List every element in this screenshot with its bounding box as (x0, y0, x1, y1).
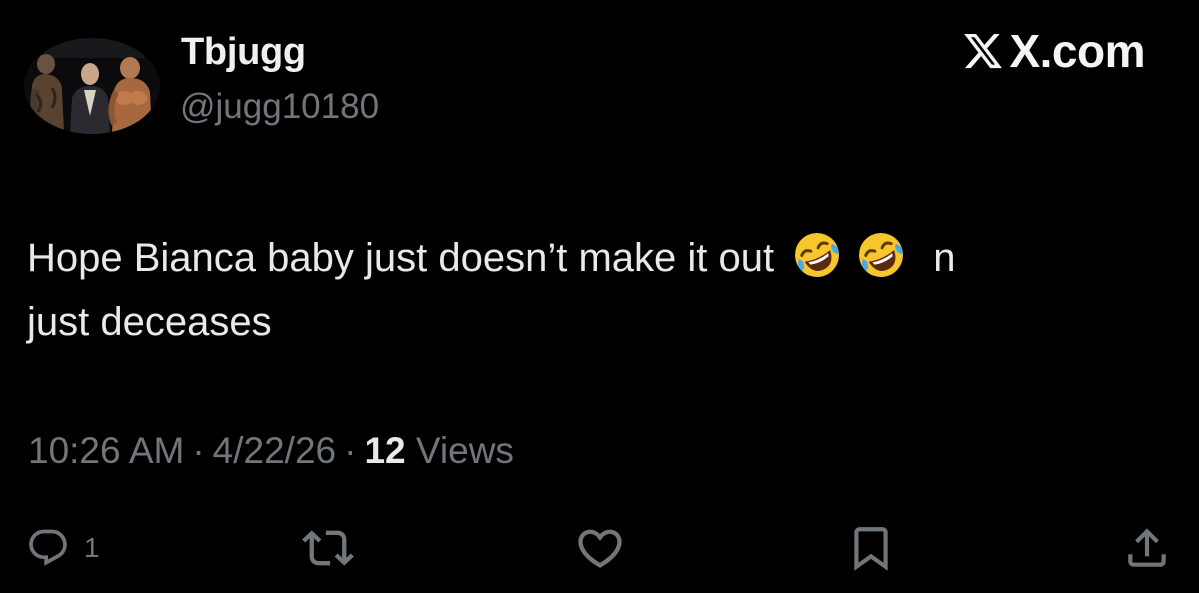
author-display-name[interactable]: Tbjugg (181, 31, 306, 74)
tweet-date[interactable]: 4/22/26 (213, 430, 336, 471)
retweet-button[interactable] (302, 520, 354, 576)
meta-separator: · (344, 430, 357, 471)
tweet-text-line1: Hope Bianca baby just doesn’t make it ou… (27, 236, 775, 280)
rolling-laughing-emoji-icon (855, 229, 907, 281)
reply-icon (29, 529, 67, 566)
meta-separator: · (192, 430, 205, 471)
like-button[interactable] (574, 520, 626, 576)
brand-text: X.com (1009, 25, 1145, 77)
views-label: Views (415, 430, 514, 471)
avatar[interactable] (24, 38, 160, 134)
reply-button[interactable]: 1 (26, 520, 100, 576)
tweet-text-line2: just deceases (27, 300, 272, 344)
share-button[interactable] (1122, 520, 1172, 576)
share-icon (1128, 528, 1166, 567)
rolling-laughing-emoji-icon (791, 229, 843, 281)
tweet-text-tail: n (933, 236, 956, 280)
tweet-time[interactable]: 10:26 AM (28, 430, 184, 471)
brand-logo: X.com (961, 28, 1145, 74)
bookmark-icon (854, 527, 888, 571)
like-icon (578, 529, 622, 568)
bookmark-button[interactable] (846, 520, 896, 576)
reply-count: 1 (84, 532, 100, 563)
author-handle[interactable]: @jugg10180 (180, 87, 379, 127)
tweet-text: Hope Bianca baby just doesn’t make it ou… (27, 226, 1167, 354)
x-logo-icon (964, 33, 1003, 69)
avatar-photo (24, 38, 160, 134)
views-count: 12 (364, 430, 406, 471)
retweet-icon (302, 530, 354, 566)
tweet-meta: 10:26 AM · 4/22/26 · 12 Views (28, 430, 514, 472)
